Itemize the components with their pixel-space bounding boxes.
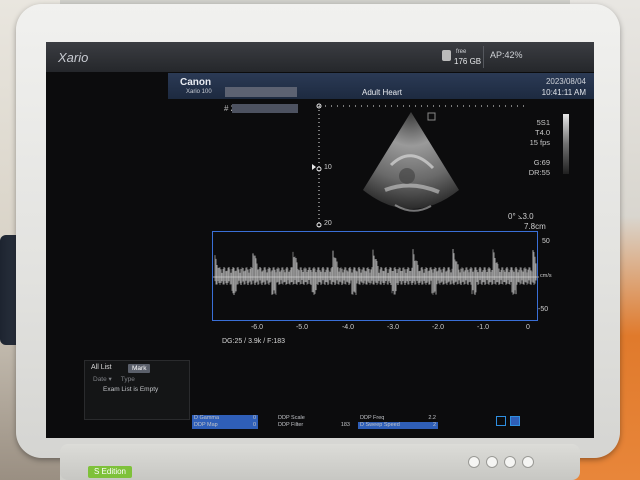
all-list-toggle[interactable]: All List (91, 364, 112, 371)
ddp-filter-label: DDP Filter (278, 422, 304, 428)
ddp-scale-label: DDP Scale (278, 415, 305, 421)
fps-label: 15 fps (529, 138, 550, 147)
ddp-filter-control[interactable]: DDP Filter 183 (276, 422, 352, 429)
ddp-map-value: 0 (252, 422, 256, 428)
mark-button[interactable]: Mark (128, 364, 151, 373)
focus-marker (312, 164, 316, 170)
ddp-filter-value: 183 (340, 422, 350, 428)
ultrasound-screen: Xario free 176 GB AP:42% Canon Xario 100… (46, 42, 594, 438)
ddp-map-label: DDP Map (194, 422, 218, 428)
column-date[interactable]: Date (93, 376, 107, 383)
monitor-button-2[interactable] (486, 456, 498, 468)
time-tick: -3.0 (386, 324, 400, 331)
velocity-scale-bottom: -50 (538, 306, 549, 313)
footer-icons (496, 415, 524, 429)
ddp-map-control[interactable]: DDP Map 0 (192, 422, 258, 429)
monitor-button-3[interactable] (504, 456, 516, 468)
bmode-sector-image (363, 112, 459, 212)
monitor-stand (60, 444, 580, 480)
doppler-spectrum (213, 249, 539, 295)
time-tick: -4.0 (341, 324, 355, 331)
column-type[interactable]: Type (121, 376, 135, 383)
sweep-speed-label: D Sweep Speed (360, 422, 400, 428)
d-gamma-label: D Gamma (194, 415, 220, 421)
velocity-unit: cm/s (540, 273, 552, 279)
doppler-spectrum-panel[interactable] (212, 231, 539, 321)
ddp-freq-label: DDP Freq (360, 415, 385, 421)
time-tick: -1.0 (476, 324, 490, 331)
time-tick: -5.0 (295, 324, 309, 331)
time-tick: -2.0 (431, 324, 445, 331)
spectrum-traces (214, 249, 537, 295)
thi-label: T4.0 (534, 128, 550, 137)
edition-badge: S Edition (88, 466, 132, 478)
ddp-freq-value: 2.2 (428, 415, 436, 421)
monitor-button-4[interactable] (522, 456, 534, 468)
sweep-speed-control[interactable]: D Sweep Speed 2 (358, 422, 438, 429)
angle-label: 0° ⦣3.0 (508, 212, 534, 221)
exam-list-empty: Exam List is Empty (103, 386, 159, 393)
time-tick: -6.0 (250, 324, 264, 331)
velocity-scale-top: 50 (542, 238, 550, 245)
dynamic-range-label: DR:55 (528, 168, 550, 177)
depth-label-20: 20 (324, 220, 332, 227)
footer-controls: D Gamma 0 DDP Map 0 DDP Scale DDP Filter… (192, 415, 494, 429)
params-spacer (504, 148, 550, 158)
depth-label-10: 10 (324, 164, 332, 171)
depth-cm-label: 7.8cm (524, 222, 546, 231)
d-gamma-value: 0 (252, 415, 256, 421)
settings-icon[interactable] (496, 416, 506, 426)
sort-icon: ▾ (108, 376, 120, 383)
gain-label: G:69 (533, 158, 550, 167)
monitor-button-1[interactable] (468, 456, 480, 468)
image-params: 5S1 T4.0 15 fps G:69 DR:55 (504, 118, 550, 178)
time-axis: -6.0 -5.0 -4.0 -3.0 -2.0 -1.0 0 (212, 324, 538, 338)
probe-label: 5S1 (536, 118, 550, 127)
exam-list-panel: All List Mark Date ▾ Type Exam List is E… (84, 360, 190, 420)
exam-list-columns: Date ▾ Type (93, 375, 135, 383)
grayscale-bar (563, 114, 569, 174)
doppler-settings: DG:25 / 3.9k / F:183 (222, 338, 286, 345)
time-tick: 0 (526, 324, 530, 331)
sweep-speed-value: 2 (432, 422, 436, 428)
layout-icon[interactable] (510, 416, 520, 426)
